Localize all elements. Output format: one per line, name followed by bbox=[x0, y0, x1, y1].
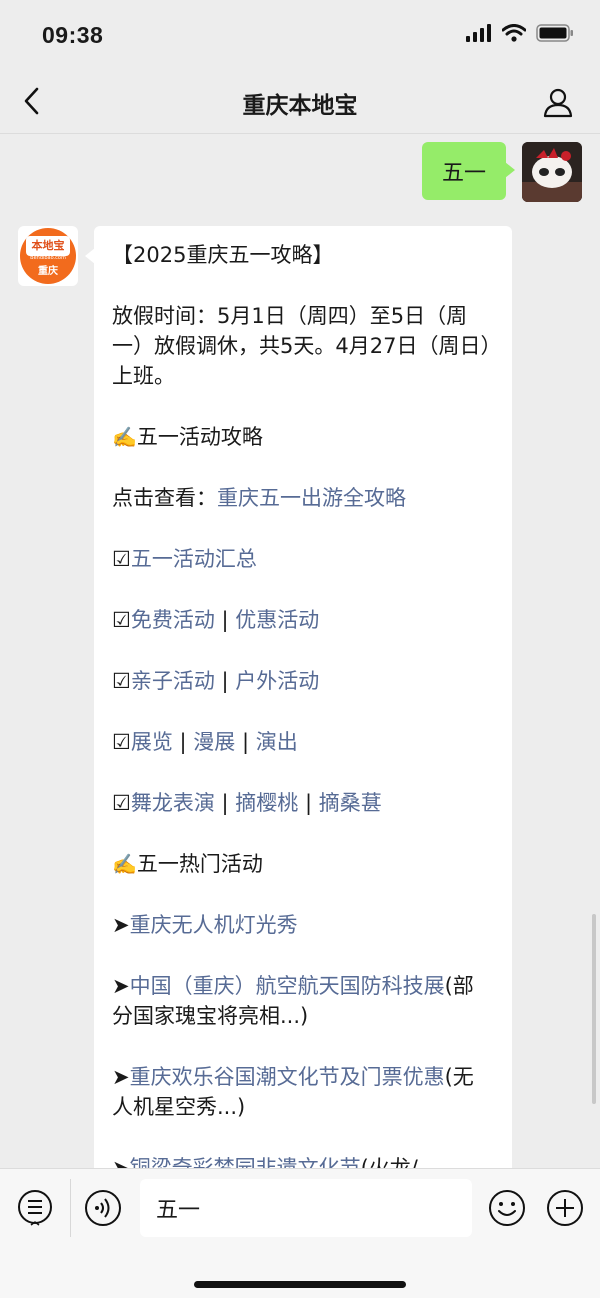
scrollbar[interactable] bbox=[592, 914, 596, 1104]
signal-icon bbox=[466, 24, 491, 42]
arrow-icon: ➤ bbox=[112, 1156, 130, 1168]
view-line: 点击查看：重庆五一出游全攻略 bbox=[112, 486, 406, 510]
link-family-activities[interactable]: 亲子活动 bbox=[131, 669, 215, 693]
list-item: ➤重庆无人机灯光秀 bbox=[112, 910, 492, 940]
user-avatar[interactable] bbox=[522, 142, 582, 202]
reply-title: 【2025重庆五一攻略】 bbox=[112, 243, 334, 267]
bendibao-logo: 本地宝 Bendibao.com 重庆 bbox=[20, 228, 76, 284]
user-avatar-image bbox=[522, 142, 582, 202]
home-indicator[interactable] bbox=[194, 1281, 406, 1288]
wifi-icon bbox=[502, 24, 526, 42]
list-item: ☑免费活动 | 优惠活动 bbox=[112, 608, 320, 632]
plus-icon[interactable] bbox=[546, 1189, 584, 1227]
status-icons bbox=[466, 24, 574, 42]
link-activity-summary[interactable]: 五一活动汇总 bbox=[131, 547, 257, 571]
logo-domain: Bendibao.com bbox=[30, 255, 66, 261]
link-free-activities[interactable]: 免费活动 bbox=[131, 608, 215, 632]
sent-message-bubble[interactable]: 五一 bbox=[421, 142, 516, 200]
list-item: ☑亲子活动 | 户外活动 bbox=[112, 669, 320, 693]
arrow-icon: ➤ bbox=[112, 974, 130, 998]
list-item: ➤重庆欢乐谷国潮文化节及门票优惠(无人机星空秀...) bbox=[112, 1065, 474, 1119]
profile-icon[interactable] bbox=[542, 86, 574, 118]
status-time: 09:38 bbox=[42, 22, 104, 48]
link-performances[interactable]: 演出 bbox=[256, 730, 298, 754]
chat-title: 重庆本地宝 bbox=[242, 93, 358, 119]
link-aerospace-expo[interactable]: 中国（重庆）航空航天国防科技展 bbox=[130, 974, 445, 998]
status-bar: 09:38 bbox=[0, 0, 600, 68]
list-item: ☑五一活动汇总 bbox=[112, 544, 492, 574]
section-activity-guide: ✍️五一活动攻略 bbox=[112, 425, 263, 449]
writing-hand-icon: ✍️ bbox=[112, 425, 137, 449]
list-item: ➤中国（重庆）航空航天国防科技展(部分国家瑰宝将亮相...) bbox=[112, 974, 474, 1028]
section-hot-activities: ✍️五一热门活动 bbox=[112, 852, 263, 876]
input-toolbar: 五一 bbox=[0, 1168, 600, 1298]
voice-icon[interactable] bbox=[84, 1189, 122, 1227]
checkbox-icon: ☑ bbox=[112, 730, 131, 754]
list-item: ➤铜梁奇彩梦园非遗文化节(火龙/ bbox=[112, 1153, 492, 1168]
logo-text: 本地宝 bbox=[26, 236, 70, 256]
checkbox-icon: ☑ bbox=[112, 608, 131, 632]
checkbox-icon: ☑ bbox=[112, 791, 131, 815]
link-tongliang-festival[interactable]: 铜梁奇彩梦园非遗文化节 bbox=[130, 1156, 361, 1168]
logo-city: 重庆 bbox=[38, 266, 58, 277]
toolbar-divider bbox=[70, 1179, 71, 1237]
chat-area[interactable]: 五一 本地宝 Bendibao.com 重庆 【2025重庆五一攻略】 放假时间… bbox=[0, 134, 600, 1168]
message-input-text: 五一 bbox=[156, 1198, 201, 1223]
link-discount-activities[interactable]: 优惠活动 bbox=[235, 608, 319, 632]
emoji-icon[interactable] bbox=[488, 1189, 526, 1227]
menu-list-icon[interactable] bbox=[16, 1189, 54, 1227]
link-happy-valley[interactable]: 重庆欢乐谷国潮文化节及门票优惠 bbox=[130, 1065, 445, 1089]
battery-icon bbox=[536, 24, 573, 42]
link-outdoor-activities[interactable]: 户外活动 bbox=[235, 669, 319, 693]
link-comic-expo[interactable]: 漫展 bbox=[193, 730, 235, 754]
link-exhibitions[interactable]: 展览 bbox=[131, 730, 173, 754]
sent-message-text: 五一 bbox=[441, 161, 486, 186]
holiday-info: 放假时间：5月1日（周四）至5日（周一）放假调休，共5天。4月27日（周日）上班… bbox=[112, 304, 491, 388]
bot-avatar[interactable]: 本地宝 Bendibao.com 重庆 bbox=[18, 226, 78, 286]
list-item: ☑舞龙表演 | 摘樱桃 | 摘桑葚 bbox=[112, 791, 382, 815]
link-travel-guide[interactable]: 重庆五一出游全攻略 bbox=[217, 486, 406, 510]
checkbox-icon: ☑ bbox=[112, 669, 131, 693]
list-item: ☑展览 | 漫展 | 演出 bbox=[112, 730, 298, 754]
link-drone-show[interactable]: 重庆无人机灯光秀 bbox=[130, 913, 298, 937]
arrow-icon: ➤ bbox=[112, 1065, 130, 1089]
link-dragon-dance[interactable]: 舞龙表演 bbox=[131, 791, 215, 815]
link-cherry-picking[interactable]: 摘樱桃 bbox=[235, 791, 298, 815]
received-message-bubble[interactable]: 【2025重庆五一攻略】 放假时间：5月1日（周四）至5日（周一）放假调休，共5… bbox=[85, 226, 512, 1168]
message-input[interactable]: 五一 bbox=[140, 1179, 472, 1237]
checkbox-icon: ☑ bbox=[112, 547, 131, 571]
writing-hand-icon: ✍️ bbox=[112, 852, 137, 876]
link-mulberry-picking[interactable]: 摘桑葚 bbox=[319, 791, 382, 815]
arrow-icon: ➤ bbox=[112, 913, 130, 937]
nav-bar: 重庆本地宝 bbox=[0, 68, 600, 134]
